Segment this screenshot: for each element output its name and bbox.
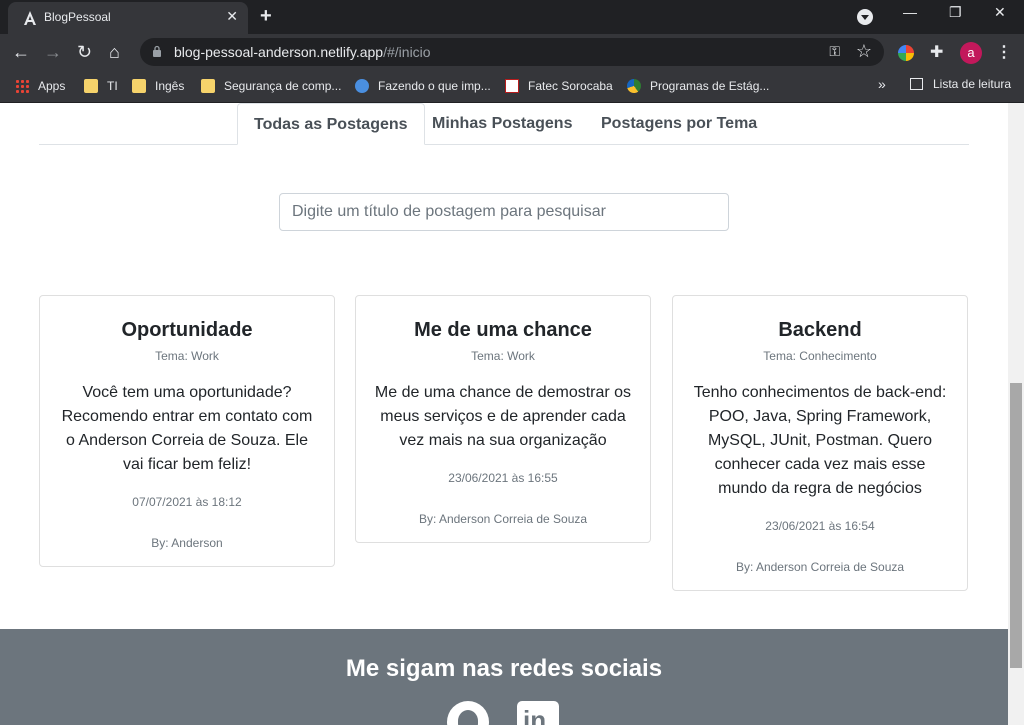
back-icon[interactable]: ← [12, 42, 30, 63]
reading-list-label: Lista de leitura [933, 77, 1012, 91]
extension-color-icon[interactable] [898, 45, 914, 61]
browser-menu-icon[interactable]: ⋮ [996, 42, 1012, 62]
post-title: Me de uma chance [414, 319, 592, 341]
folder-icon [84, 79, 98, 93]
apps-grid-icon [15, 79, 29, 93]
angular-favicon-icon [24, 11, 36, 25]
bookmark-inges[interactable]: Ingês [132, 77, 184, 95]
key-icon[interactable]: ⚿ [829, 43, 840, 60]
bookmark-fazendo[interactable]: Fazendo o que imp... [355, 77, 491, 95]
tab-search-icon[interactable] [857, 9, 873, 25]
post-title: Backend [778, 319, 862, 341]
post-date: 23/06/2021 às 16:55 [448, 471, 558, 485]
page-viewport: Todas as Postagens Minhas Postagens Post… [0, 103, 1008, 725]
search-input[interactable] [279, 193, 729, 231]
tab-minhas-postagens[interactable]: Minhas Postagens [416, 103, 588, 145]
home-icon[interactable]: ⌂ [109, 42, 120, 63]
post-date: 07/07/2021 às 18:12 [132, 495, 242, 509]
post-card: Oportunidade Tema: Work Você tem uma opo… [39, 295, 335, 567]
post-author: By: Anderson Correia de Souza [418, 512, 588, 526]
folder-icon [132, 79, 146, 93]
url-host: blog-pessoal-anderson.netlify.app [174, 44, 384, 60]
bookmark-label: Fatec Sorocaba [528, 79, 613, 93]
post-card: Me de uma chance Tema: Work Me de uma ch… [355, 295, 651, 543]
url-path: /#/inicio [383, 44, 431, 60]
scrollbar-thumb[interactable] [1010, 383, 1022, 668]
post-text: Me de uma chance de demostrar os meus se… [374, 384, 632, 449]
bookmark-label: Ingês [155, 79, 185, 93]
gov-icon [627, 79, 641, 93]
footer-title: Me sigam nas redes sociais [345, 655, 663, 682]
post-theme: Tema: Work [471, 349, 535, 363]
post-theme: Tema: Conhecimento [763, 349, 877, 363]
bookmark-programas[interactable]: Programas de Estág... [627, 77, 769, 95]
bookmarks-bar: Apps TI Ingês Segurança de comp... Fazen… [0, 70, 1024, 103]
bookmark-seguranca[interactable]: Segurança de comp... [201, 77, 341, 95]
new-tab-icon[interactable]: + [260, 5, 272, 28]
post-card: Backend Tema: Conhecimento Tenho conheci… [672, 295, 968, 591]
url-text: blog-pessoal-anderson.netlify.app/#/inic… [174, 44, 431, 60]
bookmark-label: Apps [38, 79, 66, 93]
forward-icon[interactable]: → [44, 42, 62, 63]
post-author: By: Anderson Correia de Souza [735, 560, 905, 574]
bookmark-star-icon[interactable]: ☆ [856, 41, 872, 62]
github-icon[interactable] [447, 701, 489, 725]
linkedin-icon[interactable]: in [517, 701, 559, 725]
bookmark-label: Programas de Estág... [650, 79, 770, 93]
close-tab-icon[interactable]: ✕ [226, 8, 238, 25]
tab-postagens-por-tema[interactable]: Postagens por Tema [585, 103, 773, 145]
bookmark-label: TI [107, 79, 118, 93]
address-bar[interactable]: blog-pessoal-anderson.netlify.app/#/inic… [140, 38, 884, 66]
restore-icon[interactable]: ❐ [949, 4, 962, 21]
fatec-icon [505, 79, 519, 93]
lock-icon [153, 45, 161, 57]
bookmark-fatec[interactable]: Fatec Sorocaba [505, 77, 613, 95]
post-text: Você tem uma oportunidade? Recomendo ent… [61, 384, 313, 473]
browser-toolbar: ← → ↻ ⌂ blog-pessoal-anderson.netlify.ap… [0, 34, 1024, 70]
reading-list-icon [910, 78, 923, 90]
close-window-icon[interactable]: ✕ [994, 4, 1006, 21]
globe-icon [355, 79, 369, 93]
tab-todas-postagens[interactable]: Todas as Postagens [237, 103, 425, 145]
bookmark-apps[interactable]: Apps [15, 77, 65, 95]
browser-tab[interactable]: BlogPessoal ✕ [8, 2, 248, 34]
browser-tab-strip: BlogPessoal ✕ + — ❐ ✕ [0, 0, 1024, 34]
minimize-icon[interactable]: — [903, 4, 917, 20]
footer: Me sigam nas redes sociais in [0, 629, 1008, 725]
page-scrollbar[interactable] [1008, 103, 1024, 725]
folder-icon [201, 79, 215, 93]
post-author: By: Anderson [151, 536, 223, 550]
post-title: Oportunidade [121, 319, 253, 341]
post-theme: Tema: Work [155, 349, 219, 363]
extensions-puzzle-icon[interactable]: ✚ [930, 42, 943, 62]
bookmark-label: Fazendo o que imp... [378, 79, 491, 93]
post-text: Tenho conhecimentos de back-end: POO, Ja… [693, 384, 947, 497]
reading-list[interactable]: Lista de leitura [910, 77, 1011, 91]
post-date: 23/06/2021 às 16:54 [765, 519, 875, 533]
bookmark-ti[interactable]: TI [84, 77, 118, 95]
bookmark-label: Segurança de comp... [224, 79, 342, 93]
chevron-double-right-icon[interactable]: » [878, 76, 886, 92]
profile-avatar[interactable]: a [960, 42, 982, 64]
browser-tab-title: BlogPessoal [44, 10, 111, 24]
reload-icon[interactable]: ↻ [77, 42, 92, 63]
